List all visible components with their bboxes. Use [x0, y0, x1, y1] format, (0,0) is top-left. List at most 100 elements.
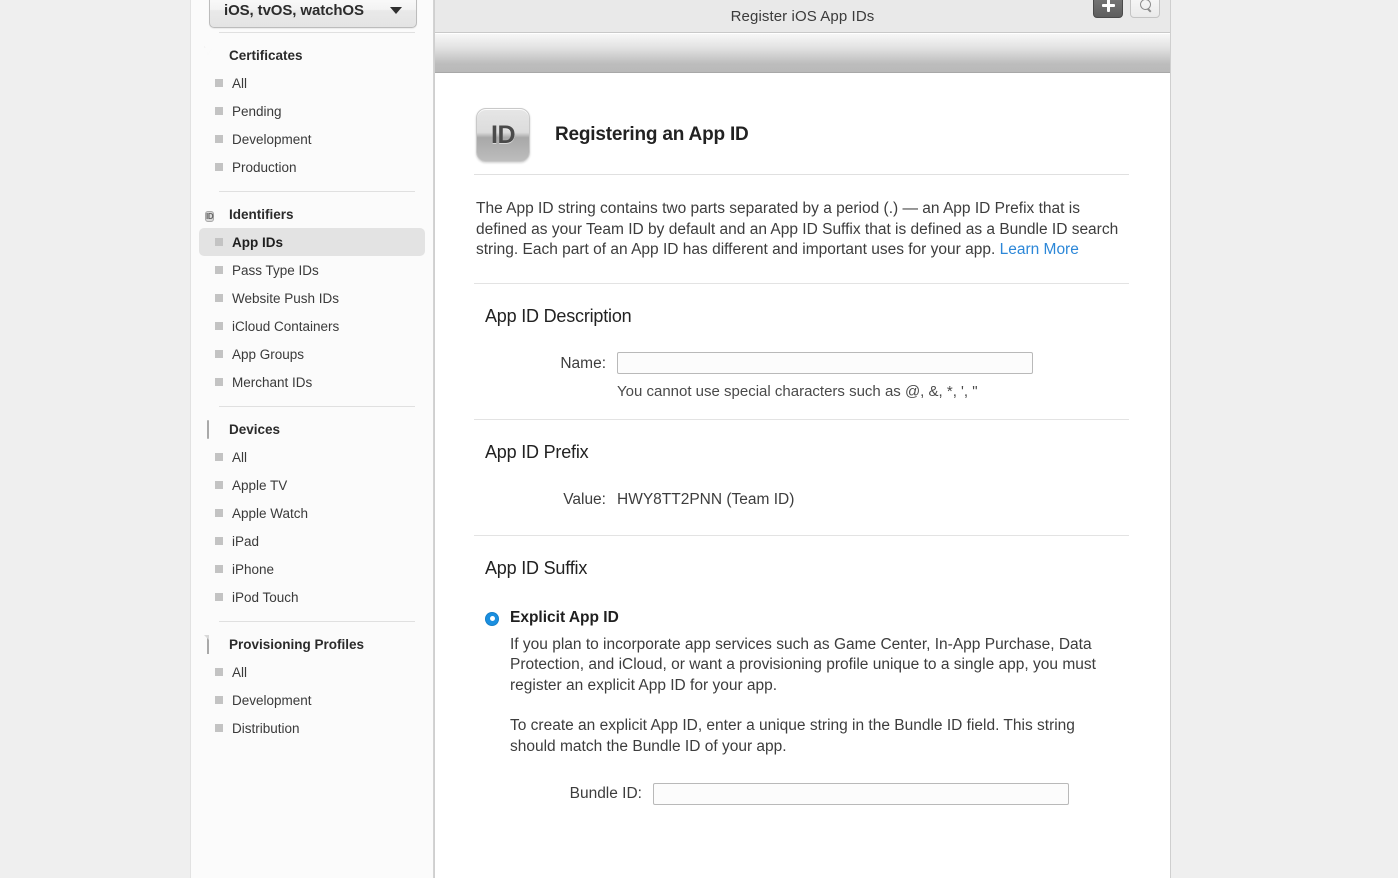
titlebar-actions [1093, 0, 1160, 18]
nav-group-label: Devices [229, 421, 281, 437]
bullet-icon [215, 668, 223, 676]
explicit-app-id-paragraph-2: To create an explicit App ID, enter a un… [510, 717, 1075, 755]
sidebar-item-profiles-development[interactable]: Development [199, 686, 425, 714]
bullet-icon [215, 107, 223, 115]
section-app-id-prefix: App ID Prefix Value: HWY8TT2PNN (Team ID… [435, 420, 1170, 509]
sidebar-item-label: iPad [232, 533, 260, 549]
chevron-down-icon [390, 6, 402, 14]
bullet-icon [215, 294, 223, 302]
sidebar-item-merchant-ids[interactable]: Merchant IDs [199, 368, 425, 396]
bullet-icon [215, 163, 223, 171]
app-id-icon: ID [476, 108, 530, 162]
sidebar-item-profiles-all[interactable]: All [199, 658, 425, 686]
nav-group-devices: Devices All Apple TV Apple Watch iPad iP… [191, 415, 433, 611]
section-title: App ID Suffix [485, 557, 588, 578]
bullet-icon [215, 322, 223, 330]
sidebar-item-website-push-ids[interactable]: Website Push IDs [199, 284, 425, 312]
name-field-row: Name: You cannot use special characters … [485, 351, 1129, 400]
name-field-col: You cannot use special characters such a… [617, 351, 1129, 400]
explicit-app-id-title: Explicit App ID [510, 608, 619, 626]
bullet-icon [215, 481, 223, 489]
name-input[interactable] [617, 351, 1033, 374]
sidebar-item-apple-watch[interactable]: Apple Watch [199, 499, 425, 527]
sidebar-item-label: App IDs [232, 234, 284, 250]
sidebar-item-ipod-touch[interactable]: iPod Touch [199, 583, 425, 611]
app-window: iOS, tvOS, watchOS Certificates All Pend… [0, 0, 1398, 878]
bullet-icon [215, 135, 223, 143]
device-icon [205, 420, 221, 439]
hero-title: Registering an App ID [555, 124, 749, 145]
nav-group-label: Certificates [229, 47, 303, 63]
section-app-id-suffix: App ID Suffix Explicit App ID If you pla… [435, 536, 1170, 805]
sidebar-item-label: Pass Type IDs [232, 262, 319, 278]
sidebar-item-iphone[interactable]: iPhone [199, 555, 425, 583]
sidebar-item-devices-all[interactable]: All [199, 443, 425, 471]
sidebar-item-app-ids[interactable]: App IDs [199, 228, 425, 256]
sidebar-item-certificates-pending[interactable]: Pending [199, 97, 425, 125]
sidebar-item-label: Pending [232, 103, 282, 119]
explicit-app-id-paragraph-1: If you plan to incorporate app services … [510, 635, 1096, 694]
sidebar-item-label: iPod Touch [232, 589, 299, 605]
sidebar-item-pass-type-ids[interactable]: Pass Type IDs [199, 256, 425, 284]
nav-group-header-certificates[interactable]: Certificates [191, 41, 433, 69]
divider [219, 32, 415, 33]
main-panel: Register iOS App IDs ID Registering an A… [434, 0, 1171, 878]
platform-select-value: iOS, tvOS, watchOS [224, 1, 364, 19]
section-app-id-description: App ID Description Name: You cannot use … [435, 284, 1170, 400]
sidebar-item-apple-tv[interactable]: Apple TV [199, 471, 425, 499]
main-titlebar: Register iOS App IDs [435, 0, 1170, 33]
sidebar-item-label: iCloud Containers [232, 318, 340, 334]
bullet-icon [215, 537, 223, 545]
divider [219, 621, 415, 622]
certificate-seal-icon [205, 47, 221, 63]
id-badge-icon: ID [205, 211, 215, 222]
nav-group-header-provisioning-profiles[interactable]: Provisioning Profiles [191, 630, 433, 658]
sidebar-nav: Certificates All Pending Development Pro… [191, 32, 433, 878]
radio-explicit-app-id[interactable] [485, 611, 499, 626]
sidebar-item-certificates-all[interactable]: All [199, 69, 425, 97]
sidebar-item-ipad[interactable]: iPad [199, 527, 425, 555]
name-label: Name: [560, 354, 606, 372]
sidebar-item-label: All [232, 75, 248, 91]
step-progress-bar [435, 34, 1170, 73]
bullet-icon [215, 509, 223, 517]
sidebar-item-label: App Groups [232, 346, 305, 362]
prefix-value-label: Value: [563, 490, 606, 508]
bullet-icon [215, 266, 223, 274]
sidebar-item-app-groups[interactable]: App Groups [199, 340, 425, 368]
plus-icon [1101, 0, 1115, 12]
nav-group-label: Provisioning Profiles [229, 636, 365, 652]
explicit-app-id-option[interactable]: Explicit App ID If you plan to incorpora… [485, 609, 1129, 758]
sidebar-item-profiles-distribution[interactable]: Distribution [199, 714, 425, 742]
bullet-icon [215, 79, 223, 87]
bullet-icon [215, 350, 223, 358]
divider [219, 406, 415, 407]
bundle-id-label: Bundle ID: [569, 785, 642, 802]
search-icon [1139, 0, 1152, 12]
sidebar-item-label: Website Push IDs [232, 290, 340, 306]
nav-group-identifiers: ID Identifiers App IDs Pass Type IDs Web… [191, 200, 433, 396]
bullet-icon [215, 378, 223, 386]
bundle-id-field-row: Bundle ID: [485, 783, 1129, 805]
sidebar-item-label: Apple Watch [232, 505, 309, 521]
nav-group-header-identifiers[interactable]: ID Identifiers [191, 200, 433, 228]
hero: ID Registering an App ID [435, 74, 1170, 174]
explicit-app-id-body: Explicit App ID If you plan to incorpora… [510, 609, 1110, 758]
add-button[interactable] [1093, 0, 1123, 18]
nav-group-certificates: Certificates All Pending Development Pro… [191, 41, 433, 181]
platform-select[interactable]: iOS, tvOS, watchOS [209, 0, 417, 28]
learn-more-link[interactable]: Learn More [1000, 241, 1079, 258]
bundle-id-input[interactable] [653, 783, 1069, 805]
sidebar-item-certificates-development[interactable]: Development [199, 125, 425, 153]
search-button[interactable] [1130, 0, 1160, 18]
sidebar-item-label: Development [232, 131, 312, 147]
nav-group-header-devices[interactable]: Devices [191, 415, 433, 443]
sidebar-item-certificates-production[interactable]: Production [199, 153, 425, 181]
page-title: Register iOS App IDs [730, 7, 875, 25]
sidebar-item-icloud-containers[interactable]: iCloud Containers [199, 312, 425, 340]
prefix-value: HWY8TT2PNN (Team ID) [617, 490, 795, 508]
content-scroll-area: ID Registering an App ID The App ID stri… [435, 74, 1170, 878]
prefix-value-col: HWY8TT2PNN (Team ID) [617, 488, 1129, 509]
bullet-icon [215, 238, 223, 246]
nav-group-provisioning-profiles: Provisioning Profiles All Development Di… [191, 630, 433, 742]
